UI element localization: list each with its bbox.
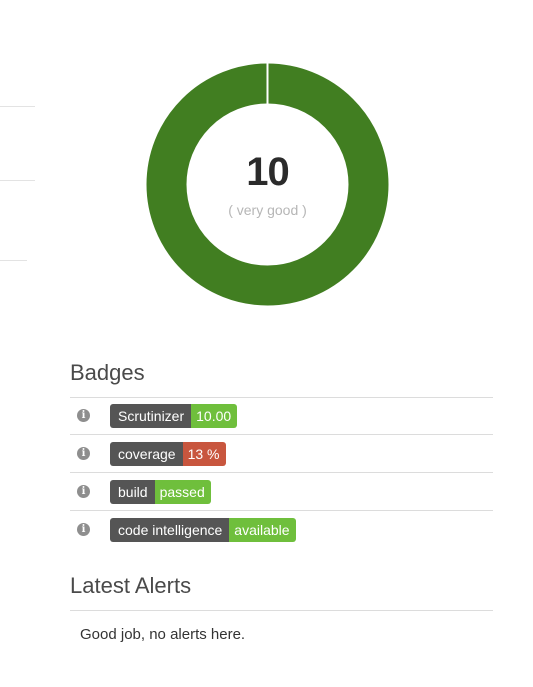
score-label: ( very good ) [228, 202, 307, 218]
coverage-badge[interactable]: coverage 13 % [110, 442, 226, 466]
build-badge[interactable]: build passed [110, 480, 211, 504]
info-circle-icon[interactable]: i [77, 485, 90, 498]
scrutinizer-badge[interactable]: Scrutinizer 10.00 [110, 404, 238, 428]
badge-value: 13 % [182, 442, 226, 466]
ring-gap [266, 63, 269, 105]
left-divider [0, 180, 35, 181]
badge-row-build: i build passed [70, 473, 493, 510]
badge-label: coverage [110, 442, 183, 466]
page: 10 ( very good ) Badges i Scrutinizer 10… [0, 0, 533, 687]
badge-value: available [229, 518, 296, 542]
left-divider [0, 106, 35, 107]
badge-label: build [110, 480, 155, 504]
score-value: 10 [246, 150, 290, 194]
badge-value: passed [154, 480, 211, 504]
score-donut: 10 ( very good ) [146, 63, 389, 306]
code-intelligence-badge[interactable]: code intelligence available [110, 518, 296, 542]
divider [70, 610, 493, 611]
left-divider [0, 260, 27, 261]
info-circle-icon[interactable]: i [77, 523, 90, 536]
badge-row-scrutinizer: i Scrutinizer 10.00 [70, 397, 493, 434]
badges-heading: Badges [70, 360, 145, 385]
latest-alerts-heading: Latest Alerts [70, 573, 192, 598]
badge-label: code intelligence [110, 518, 230, 542]
badge-row-coverage: i coverage 13 % [70, 435, 493, 472]
info-circle-icon[interactable]: i [77, 447, 90, 460]
badge-label: Scrutinizer [110, 404, 192, 428]
badge-row-code-intelligence: i code intelligence available [70, 511, 493, 548]
alerts-message: Good job, no alerts here. [80, 626, 246, 643]
badge-value: 10.00 [191, 404, 238, 428]
info-circle-icon[interactable]: i [77, 409, 90, 422]
